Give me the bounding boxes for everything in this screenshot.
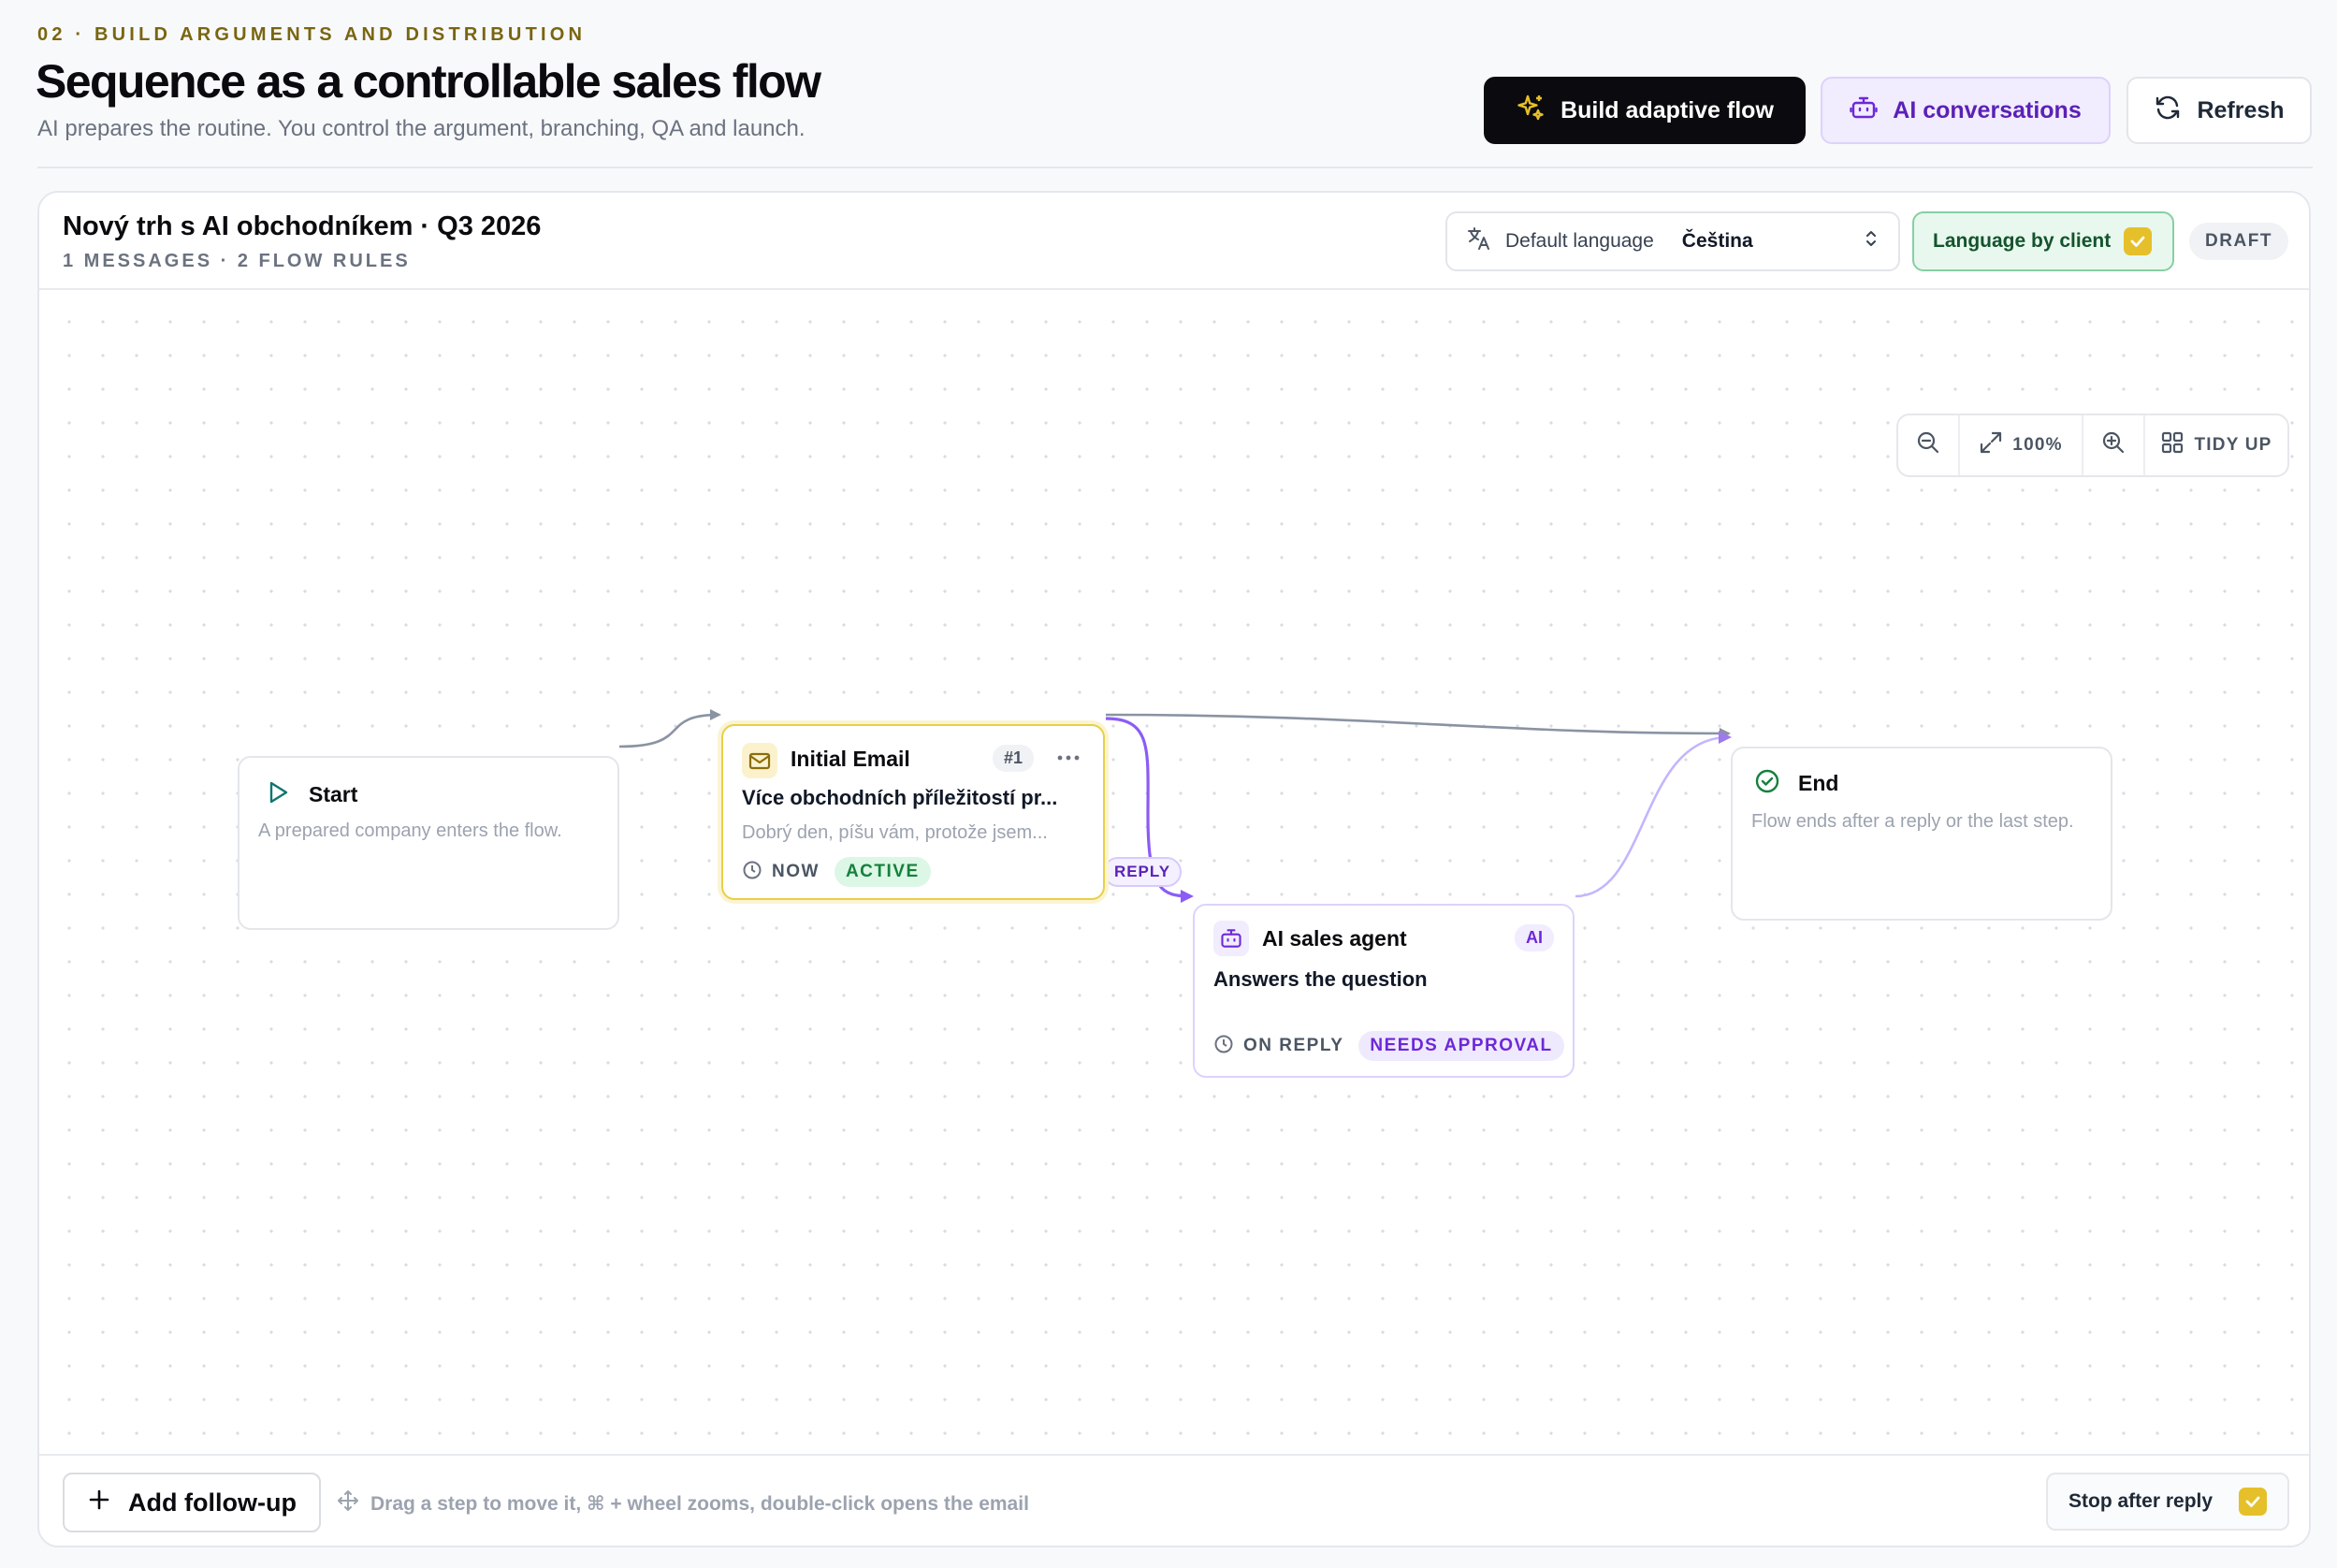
language-by-client-toggle[interactable]: Language by client bbox=[1912, 211, 2174, 271]
canvas-hint-text: Drag a step to move it, ⌘ + wheel zooms,… bbox=[370, 1492, 1029, 1515]
end-node-title: End bbox=[1798, 771, 1839, 795]
maximize-icon bbox=[1979, 430, 2003, 460]
chevrons-up-down-icon bbox=[1863, 228, 1880, 254]
check-circle-icon bbox=[1753, 767, 1781, 800]
ai-agent-status-badge: NEEDS APPROVAL bbox=[1358, 1031, 1564, 1061]
zoom-level: 100% bbox=[2012, 435, 2063, 455]
language-by-client-label: Language by client bbox=[1933, 230, 2112, 252]
canvas-hint: Drag a step to move it, ⌘ + wheel zooms,… bbox=[337, 1489, 1029, 1517]
email-timing: NOW bbox=[772, 862, 820, 881]
bot-icon bbox=[1850, 94, 1878, 128]
zoom-out-button[interactable] bbox=[1898, 415, 1960, 475]
default-language-select[interactable]: Default language Čeština bbox=[1445, 211, 1900, 271]
build-adaptive-flow-button[interactable]: Build adaptive flow bbox=[1484, 77, 1806, 144]
stop-after-reply-toggle[interactable]: Stop after reply bbox=[2046, 1473, 2289, 1531]
ai-agent-node-title: AI sales agent bbox=[1262, 926, 1407, 951]
status-badge: DRAFT bbox=[2189, 223, 2288, 260]
start-node[interactable]: Start A prepared company enters the flow… bbox=[238, 756, 619, 930]
edge-start-to-email bbox=[618, 709, 721, 748]
checkbox-checked-icon[interactable] bbox=[2124, 227, 2153, 255]
ai-conversations-label: AI conversations bbox=[1893, 96, 2082, 123]
end-node[interactable]: End Flow ends after a reply or the last … bbox=[1731, 747, 2112, 921]
page-title: Sequence as a controllable sales flow bbox=[36, 55, 821, 108]
email-node[interactable]: Initial Email #1 Více obchodních příleži… bbox=[721, 724, 1105, 900]
bot-icon bbox=[1213, 921, 1249, 956]
tidy-up-label: TIDY UP bbox=[2194, 435, 2272, 455]
email-status-badge: ACTIVE bbox=[834, 857, 931, 887]
default-language-value: Čeština bbox=[1681, 230, 1753, 252]
flow-title: Nový trh s AI obchodníkem · Q3 2026 bbox=[63, 211, 542, 241]
clock-icon bbox=[1213, 1034, 1234, 1059]
build-adaptive-flow-label: Build adaptive flow bbox=[1560, 96, 1774, 123]
refresh-label: Refresh bbox=[2197, 96, 2285, 123]
email-preview: Dobrý den, píšu vám, protože jsem... bbox=[742, 822, 1048, 843]
play-icon bbox=[264, 778, 292, 811]
ai-agent-body: Answers the question bbox=[1213, 967, 1428, 991]
tidy-up-button[interactable]: TIDY UP bbox=[2145, 415, 2287, 475]
refresh-icon bbox=[2154, 94, 2182, 128]
ai-badge: AI bbox=[1515, 924, 1554, 951]
default-language-label: Default language bbox=[1505, 230, 1654, 252]
edge-agent-to-end bbox=[1575, 731, 1732, 898]
sparkles-icon bbox=[1516, 93, 1546, 129]
section-eyebrow: 02 · BUILD ARGUMENTS AND DISTRIBUTION bbox=[37, 24, 587, 45]
flow-editor-panel: REPLY 100% TIDY UP Start A prepared comp… bbox=[37, 191, 2311, 1547]
clock-icon bbox=[742, 860, 762, 885]
page-subtitle: AI prepares the routine. You control the… bbox=[37, 116, 806, 141]
flow-canvas[interactable]: REPLY 100% TIDY UP Start A prepared comp… bbox=[39, 292, 2309, 1458]
start-node-description: A prepared company enters the flow. bbox=[258, 820, 562, 841]
plus-icon bbox=[87, 1488, 111, 1518]
more-options-icon[interactable] bbox=[1056, 748, 1081, 772]
stop-after-reply-label: Stop after reply bbox=[2068, 1490, 2214, 1512]
ai-agent-timing: ON REPLY bbox=[1243, 1036, 1344, 1055]
mail-icon bbox=[742, 743, 777, 778]
zoom-out-icon bbox=[1916, 430, 1940, 460]
move-icon bbox=[337, 1489, 359, 1517]
email-subject: Více obchodních příležitostí pr... bbox=[742, 786, 1058, 809]
edge-email-to-end bbox=[1105, 713, 1731, 739]
refresh-button[interactable]: Refresh bbox=[2127, 77, 2312, 144]
flow-footer: Add follow-up Drag a step to move it, ⌘ … bbox=[39, 1454, 2309, 1546]
add-follow-up-button[interactable]: Add follow-up bbox=[63, 1473, 321, 1532]
end-node-description: Flow ends after a reply or the last step… bbox=[1751, 811, 2074, 832]
reply-edge-label[interactable]: REPLY bbox=[1103, 857, 1182, 887]
zoom-in-icon bbox=[2101, 430, 2126, 460]
email-step-number: #1 bbox=[993, 745, 1035, 772]
add-follow-up-label: Add follow-up bbox=[128, 1488, 297, 1517]
ai-conversations-button[interactable]: AI conversations bbox=[1821, 77, 2111, 144]
email-node-title: Initial Email bbox=[791, 747, 910, 771]
ai-agent-node[interactable]: AI sales agent AI Answers the question O… bbox=[1193, 904, 1575, 1078]
start-node-title: Start bbox=[309, 782, 358, 806]
translate-icon bbox=[1466, 225, 1492, 257]
header-divider bbox=[37, 167, 2313, 168]
zoom-in-button[interactable] bbox=[2083, 415, 2145, 475]
grid-icon bbox=[2160, 430, 2185, 460]
flow-meta: 1 MESSAGES · 2 FLOW RULES bbox=[63, 251, 411, 271]
checkbox-checked-icon[interactable] bbox=[2239, 1488, 2267, 1516]
flow-header: Nový trh s AI obchodníkem · Q3 2026 1 ME… bbox=[39, 193, 2309, 290]
zoom-toolbar: 100% TIDY UP bbox=[1896, 414, 2289, 477]
fit-view-button[interactable]: 100% bbox=[1960, 415, 2083, 475]
